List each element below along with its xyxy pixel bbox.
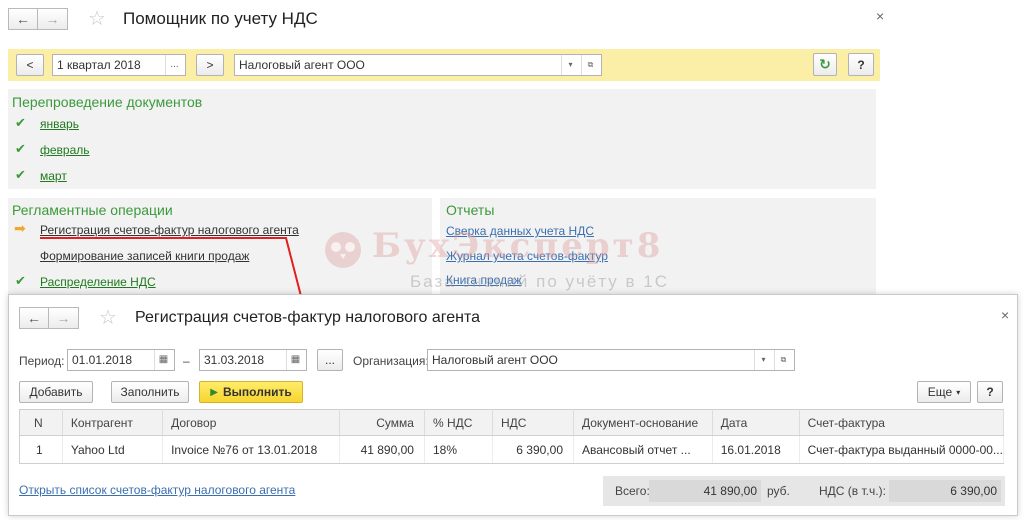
col-header-amount[interactable]: Сумма xyxy=(339,409,425,436)
popup-forward-button[interactable]: → xyxy=(49,307,79,329)
more-button-label: Еще xyxy=(927,385,953,399)
organization-open-icon[interactable]: ⧉ xyxy=(774,350,792,370)
cell-contract[interactable]: Invoice №76 от 13.01.2018 xyxy=(162,435,340,464)
run-button[interactable]: ▶ Выполнить xyxy=(199,381,303,403)
run-button-label: Выполнить xyxy=(223,385,292,399)
calendar-icon[interactable]: ▦ xyxy=(154,350,172,370)
arrow-left-icon: ← xyxy=(27,310,41,326)
cell-counterparty[interactable]: Yahoo Ltd xyxy=(62,435,164,464)
invoice-registration-window: ← → ☆ Регистрация счетов-фактур налогово… xyxy=(8,294,1018,516)
col-header-number[interactable]: N xyxy=(19,409,63,436)
popup-help-button[interactable]: ? xyxy=(977,381,1003,403)
cell-vat[interactable]: 6 390,00 xyxy=(492,435,575,464)
col-header-base-document[interactable]: Документ-основание xyxy=(573,409,713,436)
vat-total-value: 6 390,00 xyxy=(889,480,1001,502)
date-from-field[interactable]: 01.01.2018 ▦ xyxy=(67,349,175,371)
col-header-invoice[interactable]: Счет-фактура xyxy=(799,409,1005,436)
cell-vat-rate[interactable]: 18% xyxy=(424,435,493,464)
invoice-table: N Контрагент Договор Сумма % НДС НДС Док… xyxy=(19,409,1005,464)
cell-base-document[interactable]: Авансовый отчет ... xyxy=(573,435,713,464)
period-select-button[interactable]: ... xyxy=(317,349,343,371)
date-from-value: 01.01.2018 xyxy=(72,353,133,367)
organization-label: Организация: xyxy=(353,354,429,368)
popup-organization-value: Налоговый агент ООО xyxy=(432,353,558,367)
open-invoice-list-link[interactable]: Открыть список счетов-фактур налогового … xyxy=(19,483,295,497)
cell-invoice[interactable]: Счет-фактура выданный 0000-00... xyxy=(799,435,1005,464)
ellipsis-icon: ... xyxy=(324,353,335,367)
fill-button[interactable]: Заполнить xyxy=(111,381,189,403)
popup-title: Регистрация счетов-фактур налогового аге… xyxy=(135,309,481,326)
col-header-vat[interactable]: НДС xyxy=(492,409,575,436)
cell-number[interactable]: 1 xyxy=(19,435,63,464)
col-header-counterparty[interactable]: Контрагент xyxy=(62,409,164,436)
popup-nav-buttons: ← → xyxy=(19,307,79,329)
total-value: 41 890,00 xyxy=(649,480,761,502)
arrow-right-icon: → xyxy=(56,310,71,326)
chevron-down-icon: ▾ xyxy=(956,387,961,397)
help-icon: ? xyxy=(986,385,994,399)
date-to-value: 31.03.2018 xyxy=(204,353,265,367)
vat-total-label: НДС (в т.ч.): xyxy=(819,484,886,498)
popup-back-button[interactable]: ← xyxy=(19,307,49,329)
cell-amount[interactable]: 41 890,00 xyxy=(339,435,425,464)
col-header-contract[interactable]: Договор xyxy=(162,409,340,436)
favorite-star-icon[interactable]: ☆ xyxy=(99,305,117,330)
col-header-vat-rate[interactable]: % НДС xyxy=(424,409,493,436)
popup-close-icon[interactable]: × xyxy=(1001,307,1009,323)
date-dash: – xyxy=(183,354,190,368)
period-label: Период: xyxy=(19,354,65,368)
more-button[interactable]: Еще ▾ xyxy=(917,381,971,403)
table-row[interactable]: 1 Yahoo Ltd Invoice №76 от 13.01.2018 41… xyxy=(19,435,1005,464)
total-label: Всего: xyxy=(615,484,650,498)
popup-organization-field[interactable]: Налоговый агент ООО ▾ ⧉ xyxy=(427,349,795,371)
table-header-row: N Контрагент Договор Сумма % НДС НДС Док… xyxy=(19,409,1005,436)
col-header-date[interactable]: Дата xyxy=(712,409,800,436)
organization-dropdown-icon[interactable]: ▾ xyxy=(754,350,772,370)
currency-label: руб. xyxy=(767,484,790,498)
calendar-icon[interactable]: ▦ xyxy=(286,350,304,370)
totals-bar: Всего: 41 890,00 руб. НДС (в т.ч.): 6 39… xyxy=(603,476,1005,506)
date-to-field[interactable]: 31.03.2018 ▦ xyxy=(199,349,307,371)
add-button[interactable]: Добавить xyxy=(19,381,93,403)
cell-date[interactable]: 16.01.2018 xyxy=(712,435,800,464)
fill-button-label: Заполнить xyxy=(120,385,180,399)
add-button-label: Добавить xyxy=(29,385,83,399)
play-icon: ▶ xyxy=(210,386,218,398)
